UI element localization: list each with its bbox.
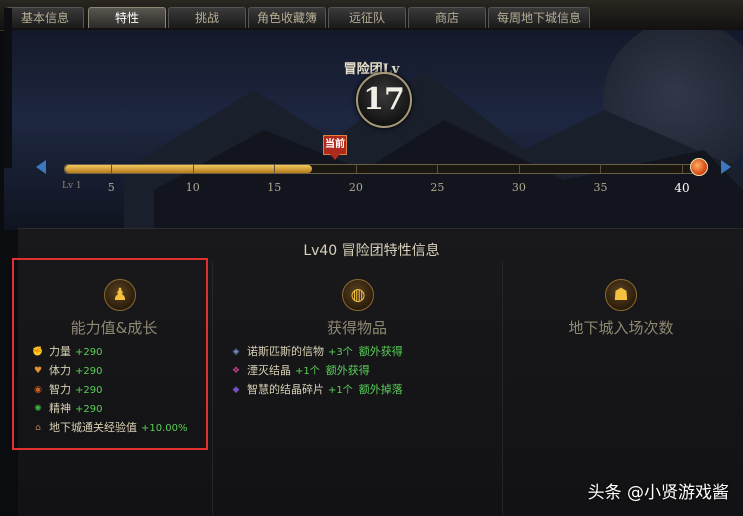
progress-tick-label: 25 — [430, 181, 445, 194]
item-name: 诺斯匹斯的信物 — [247, 345, 324, 358]
item-note: 额外获得 — [358, 345, 403, 358]
stat-name: 精神 — [49, 402, 71, 415]
stat-name: 力量 — [49, 345, 71, 358]
item-quantity: +1个 — [328, 385, 353, 396]
progress-min-label: Lv 1 — [62, 181, 82, 191]
obtained-items-title: 获得物品 — [326, 319, 387, 337]
progress-tick-label: 40 — [674, 181, 690, 195]
progress-tick — [355, 164, 357, 173]
stat-row: ♥ 体力 +290 — [32, 363, 103, 379]
item-note: 额外掉落 — [358, 383, 403, 396]
obtained-items-icon: ◍ — [342, 279, 374, 311]
ability-growth-icon: ♟ — [104, 279, 136, 311]
progress-tick — [192, 164, 194, 173]
scroll-right-arrow-icon[interactable] — [721, 160, 731, 174]
tab-basic-info[interactable]: 基本信息 — [6, 7, 84, 28]
tab-weekly-dungeon[interactable]: 每周地下城信息 — [488, 7, 590, 28]
stat-row: ⌂ 地下城通关经验值 +10.00% — [32, 420, 188, 436]
item-note: 额外获得 — [325, 364, 370, 377]
progress-tick — [682, 164, 683, 173]
side-strip — [4, 8, 12, 168]
stat-name: 智力 — [49, 383, 71, 396]
trait-info-title: Lv40 冒险团特性信息 — [303, 243, 440, 259]
max-level-knob-icon — [690, 158, 708, 176]
dungeon-entry-icon: ☗ — [605, 279, 637, 311]
progress-tick — [518, 164, 520, 173]
progress-tick-label: 20 — [348, 181, 363, 194]
intelligence-icon: ◉ — [34, 385, 42, 395]
progress-tick — [437, 164, 439, 173]
stat-name: 体力 — [49, 364, 71, 377]
tab-traits[interactable]: 特性 — [88, 7, 166, 28]
spirit-icon: ✺ — [34, 404, 42, 414]
item-quantity: +1个 — [295, 366, 320, 377]
stat-value: +290 — [75, 404, 103, 415]
column-divider — [212, 262, 213, 515]
vitality-icon: ♥ — [33, 366, 43, 376]
strength-icon: ✊ — [32, 347, 44, 357]
shard-icon: ◆ — [232, 385, 240, 395]
tab-expedition[interactable]: 远征队 — [328, 7, 406, 28]
tab-challenge[interactable]: 挑战 — [168, 7, 246, 28]
item-name: 智慧的结晶碎片 — [247, 383, 324, 396]
progress-tick-label: 5 — [107, 181, 115, 194]
stat-row: ✺ 精神 +290 — [32, 401, 102, 417]
tab-character-collection[interactable]: 角色收藏簿 — [248, 7, 326, 28]
watermark: 头条 @小贤游戏酱 — [587, 483, 729, 503]
stat-value: +290 — [75, 366, 103, 377]
stat-value: +290 — [75, 385, 103, 396]
progress-tick-label: 35 — [593, 181, 608, 194]
crystal-icon: ❖ — [231, 366, 241, 376]
adventure-level-value: 17 — [356, 72, 412, 128]
item-quantity: +3个 — [328, 347, 353, 358]
dungeon-entry-title: 地下城入场次数 — [568, 319, 674, 337]
stat-row: ✊ 力量 +290 — [32, 344, 102, 360]
current-level-marker: 当前 — [323, 135, 347, 160]
progress-tick — [111, 164, 113, 173]
stat-value: +10.00% — [141, 423, 188, 434]
column-divider — [502, 262, 503, 515]
progress-tick — [274, 164, 276, 173]
token-icon: ◈ — [232, 347, 240, 357]
ability-growth-title: 能力值&成长 — [70, 319, 158, 337]
item-row: ◆ 智慧的结晶碎片 +1个 额外掉落 — [230, 382, 403, 398]
scroll-left-arrow-icon[interactable] — [36, 160, 46, 174]
tab-bar: 基本信息 特性 挑战 角色收藏簿 远征队 商店 每周地下城信息 — [0, 0, 743, 31]
item-name: 湮灭结晶 — [247, 364, 291, 377]
progress-tick-label: 30 — [511, 181, 526, 194]
item-row: ❖ 湮灭结晶 +1个 额外获得 — [230, 363, 370, 379]
tab-shop[interactable]: 商店 — [408, 7, 486, 28]
level-progress-track — [64, 164, 702, 174]
trait-info-panel — [18, 228, 743, 516]
stat-name: 地下城通关经验值 — [49, 421, 137, 434]
progress-tick — [600, 164, 602, 173]
stat-row: ◉ 智力 +290 — [32, 382, 102, 398]
stat-value: +290 — [75, 347, 103, 358]
item-row: ◈ 诺斯匹斯的信物 +3个 额外获得 — [230, 344, 403, 360]
exp-icon: ⌂ — [35, 423, 41, 433]
progress-tick-label: 10 — [185, 181, 200, 194]
progress-tick-label: 15 — [267, 181, 282, 194]
